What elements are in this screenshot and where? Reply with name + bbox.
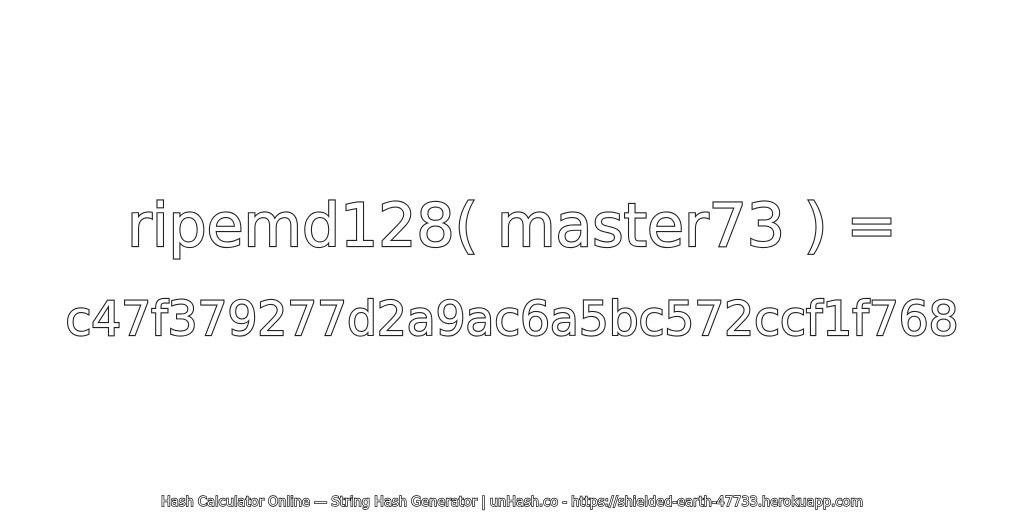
hash-result: c47f379277d2a9ac6a5bc572ccf1f768	[64, 291, 959, 348]
hash-expression: ripemd128( master73 ) =	[126, 190, 898, 262]
footer-credit: Hash Calculator Online — String Hash Gen…	[160, 494, 863, 510]
